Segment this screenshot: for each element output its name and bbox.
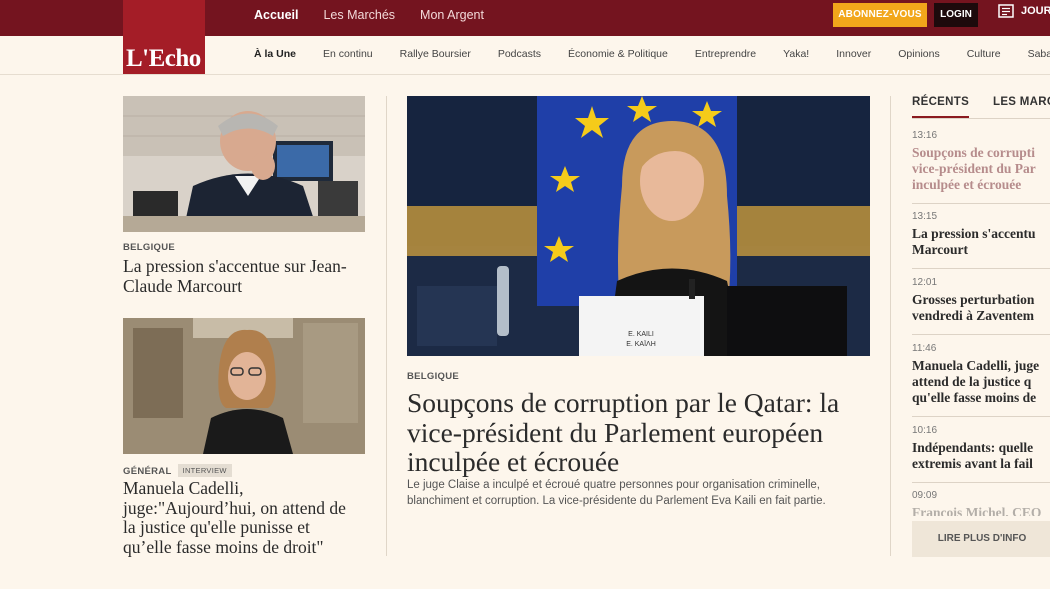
topnav-accueil[interactable]: Accueil bbox=[254, 0, 298, 36]
news-item-5[interactable]: 10:16 Indépendants: quelle extremis avan… bbox=[912, 425, 1050, 472]
news-title-line: François Michel, CEO bbox=[912, 505, 1042, 516]
main-article-lede: Le juge Claise a inculpé et écroué quatr… bbox=[407, 479, 826, 507]
login-button[interactable]: LOGIN bbox=[934, 3, 978, 27]
news-time: 13:15 bbox=[912, 211, 938, 222]
read-more-button[interactable]: LIRE PLUS D'INFO bbox=[912, 521, 1050, 557]
article-2-title[interactable]: Manuela Cadelli, juge:"Aujourd’hui, on a… bbox=[123, 478, 361, 557]
article-1-category[interactable]: BELGIQUE bbox=[123, 242, 175, 253]
news-item-1[interactable]: 13:16 Soupçons de corrupti vice-présiden… bbox=[912, 130, 1050, 193]
news-time: 13:16 bbox=[912, 130, 938, 141]
news-title-line: Grosses perturbation bbox=[912, 292, 1035, 307]
news-title-line: vice-président du Par bbox=[912, 161, 1036, 176]
article-1-photo[interactable] bbox=[123, 96, 365, 232]
section-nav: À la Une En continu Rallye Boursier Podc… bbox=[0, 36, 1050, 75]
news-title-line: Soupçons de corrupti bbox=[912, 145, 1036, 160]
top-nav: Accueil Les Marchés Mon Argent bbox=[254, 0, 509, 36]
main-article-photo[interactable]: E. KAILI Ε. ΚΑΪΛΗ bbox=[407, 96, 870, 356]
news-title-line: Indépendants: quelle bbox=[912, 440, 1034, 455]
news-title-line: Manuela Cadelli, juge bbox=[912, 358, 1040, 373]
subnav-saba[interactable]: Saba bbox=[1028, 48, 1050, 60]
subscribe-button[interactable]: ABONNEZ-VOUS bbox=[833, 3, 927, 27]
nameplate-line-1: E. KAILI bbox=[628, 331, 654, 338]
tab-recents[interactable]: RÉCENTS bbox=[912, 96, 970, 118]
news-item-3[interactable]: 12:01 Grosses perturbation vendredi à Za… bbox=[912, 277, 1050, 324]
news-title-line: Marcourt bbox=[912, 242, 968, 257]
news-title-line: extremis avant la fail bbox=[912, 456, 1033, 471]
news-separator bbox=[912, 482, 1050, 483]
tab-les-marches[interactable]: LES MARC bbox=[993, 96, 1050, 108]
subnav-entreprendre[interactable]: Entreprendre bbox=[695, 48, 756, 60]
news-title-line: qu'elle fasse moins de bbox=[912, 390, 1037, 405]
subnav-economie-politique[interactable]: Économie & Politique bbox=[568, 48, 668, 60]
news-title-line: inculpée et écrouée bbox=[912, 177, 1022, 192]
news-time: 11:46 bbox=[912, 343, 937, 354]
topnav-mon-argent[interactable]: Mon Argent bbox=[420, 0, 484, 36]
subnav-culture[interactable]: Culture bbox=[967, 48, 1001, 60]
news-item-2[interactable]: 13:15 La pression s'accentu Marcourt bbox=[912, 211, 1050, 258]
main-article-title[interactable]: Soupçons de corruption par le Qatar: la … bbox=[407, 388, 870, 477]
nameplate-line-2: Ε. ΚΑΪΛΗ bbox=[626, 340, 656, 348]
tabs-underline bbox=[912, 118, 1050, 119]
interview-badge: INTERVIEW bbox=[177, 464, 232, 477]
news-item-6[interactable]: 09:09 François Michel, CEO bbox=[912, 490, 1050, 516]
article-2-category-label: GÉNÉRAL bbox=[123, 466, 172, 477]
news-separator bbox=[912, 203, 1050, 204]
subnav-innover[interactable]: Innover bbox=[836, 48, 871, 60]
column-divider-right bbox=[890, 96, 891, 556]
journal-link[interactable]: JOUR bbox=[998, 4, 1050, 18]
subnav-yaka[interactable]: Yaka! bbox=[783, 48, 809, 60]
subnav-podcasts[interactable]: Podcasts bbox=[498, 48, 541, 60]
article-2-photo[interactable] bbox=[123, 318, 365, 454]
news-title-line: vendredi à Zaventem bbox=[912, 308, 1034, 323]
news-title-line: La pression s'accentu bbox=[912, 226, 1036, 241]
column-divider-left bbox=[386, 96, 387, 556]
news-time: 10:16 bbox=[912, 425, 938, 436]
news-title-line: attend de la justice q bbox=[912, 374, 1032, 389]
news-separator bbox=[912, 416, 1050, 417]
article-1-title[interactable]: La pression s'accentue sur Jean-Claude M… bbox=[123, 256, 363, 296]
topnav-les-marches[interactable]: Les Marchés bbox=[323, 0, 395, 36]
news-item-4[interactable]: 11:46 Manuela Cadelli, juge attend de la… bbox=[912, 343, 1050, 406]
news-separator bbox=[912, 334, 1050, 335]
journal-label: JOUR bbox=[1021, 5, 1050, 17]
subnav-opinions[interactable]: Opinions bbox=[898, 48, 939, 60]
subnav-rallye-boursier[interactable]: Rallye Boursier bbox=[400, 48, 471, 60]
newspaper-icon bbox=[998, 4, 1014, 18]
article-2-category[interactable]: GÉNÉRAL INTERVIEW bbox=[123, 464, 232, 477]
news-time: 12:01 bbox=[912, 277, 938, 288]
news-separator bbox=[912, 268, 1050, 269]
news-time: 09:09 bbox=[912, 490, 938, 501]
subnav-en-continu[interactable]: En continu bbox=[323, 48, 373, 60]
main-article-category[interactable]: BELGIQUE bbox=[407, 371, 459, 382]
subnav-a-la-une[interactable]: À la Une bbox=[254, 48, 296, 60]
